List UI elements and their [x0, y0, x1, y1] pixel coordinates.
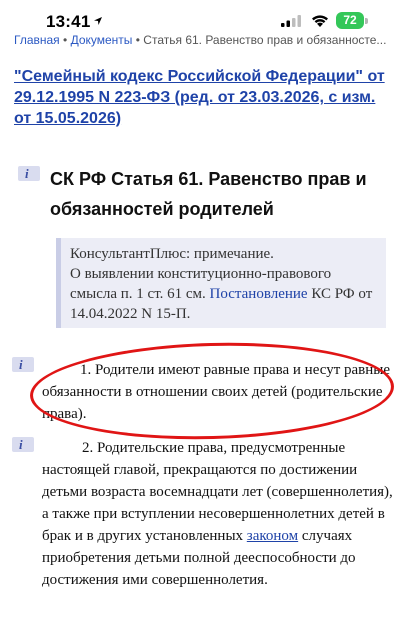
paragraph-1: 1. Родители имеют равные права и несут р… [42, 362, 390, 422]
wifi-icon [312, 15, 328, 27]
document-title-link[interactable]: "Семейный кодекс Российской Федерации" о… [14, 66, 394, 129]
location-arrow-icon [94, 17, 102, 25]
breadcrumb-documents-link[interactable]: Документы [71, 33, 133, 47]
battery-indicator: 72 [336, 12, 364, 29]
info-marker-icon[interactable]: i [12, 437, 34, 452]
status-bar: 13:41 72 [0, 0, 400, 32]
consultant-note: КонсультантПлюс: примечание. О выявлении… [56, 238, 386, 328]
cellular-signal-icon [281, 15, 301, 27]
law-link[interactable]: законом [247, 528, 298, 544]
breadcrumb: Главная • Документы • Статья 61. Равенст… [14, 33, 398, 47]
note-text: О выявлении конституционно-правового смы… [70, 266, 373, 322]
info-marker-icon[interactable]: i [12, 357, 34, 372]
breadcrumb-current: Статья 61. Равенство прав и обязанносте.… [143, 33, 387, 47]
note-label: КонсультантПлюс: примечание. [70, 246, 274, 262]
breadcrumb-home-link[interactable]: Главная [14, 33, 60, 47]
battery-cap [365, 18, 368, 24]
breadcrumb-separator: • [59, 33, 71, 47]
info-marker-icon[interactable]: i [18, 166, 40, 181]
paragraph-2: 2. Родительские права, предусмотренные н… [42, 440, 393, 588]
article-heading: СК РФ Статья 61. Равенство прав и обязан… [50, 169, 367, 219]
note-resolution-link[interactable]: Постановление [210, 286, 308, 302]
status-time: 13:41 [46, 12, 91, 31]
breadcrumb-separator: • [132, 33, 144, 47]
